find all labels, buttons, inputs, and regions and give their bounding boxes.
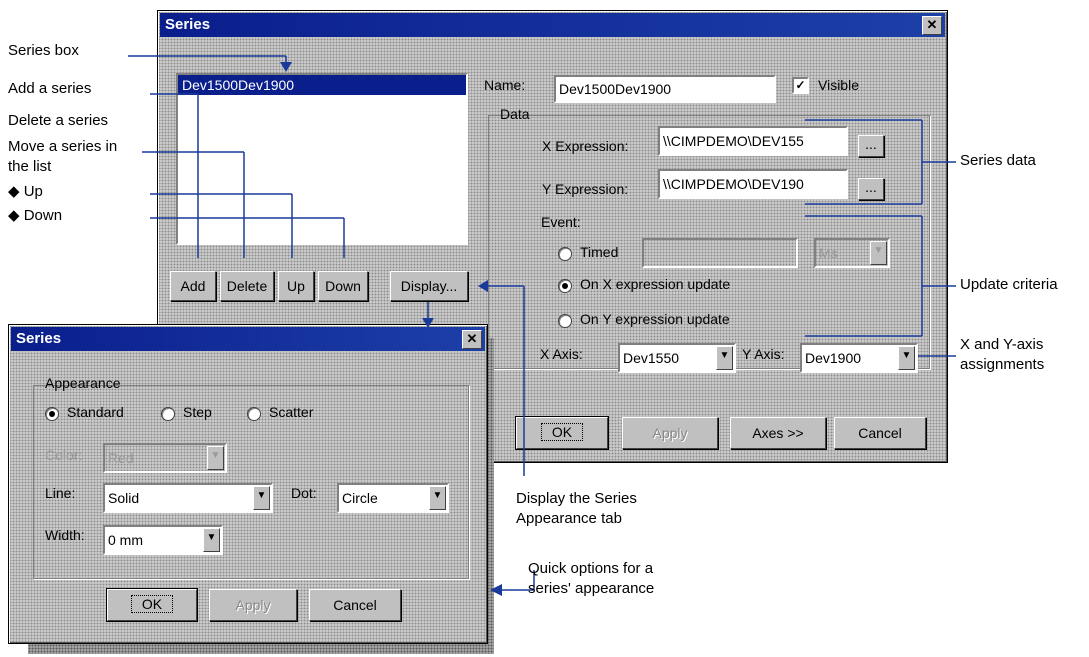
annotation-series-box: Series box [8,42,79,59]
annotation-axis-assign-1: X and Y-axis [960,336,1044,353]
annotation-quick-options-1: Quick options for a [528,560,654,577]
annotation-update-criteria: Update criteria [960,276,1058,293]
annotation-add-series: Add a series [8,80,92,97]
annotation-display-tab-2: Appearance tab [516,510,622,527]
annotation-move-series-1: Move a series in [8,138,118,155]
annotation-display-tab-1: Display the Series [516,490,637,507]
annotation-quick-options-2: series' appearance [528,580,655,597]
annotation-down: ◆ Down [8,207,63,224]
annotation-delete-series: Delete a series [8,112,109,129]
annotation-up: ◆ Up [8,183,43,200]
annotation-series-data: Series data [960,152,1036,169]
callout-lines [128,55,956,596]
annotation-axis-assign-2: assignments [960,356,1045,373]
annotation-move-series-2: the list [8,158,52,175]
